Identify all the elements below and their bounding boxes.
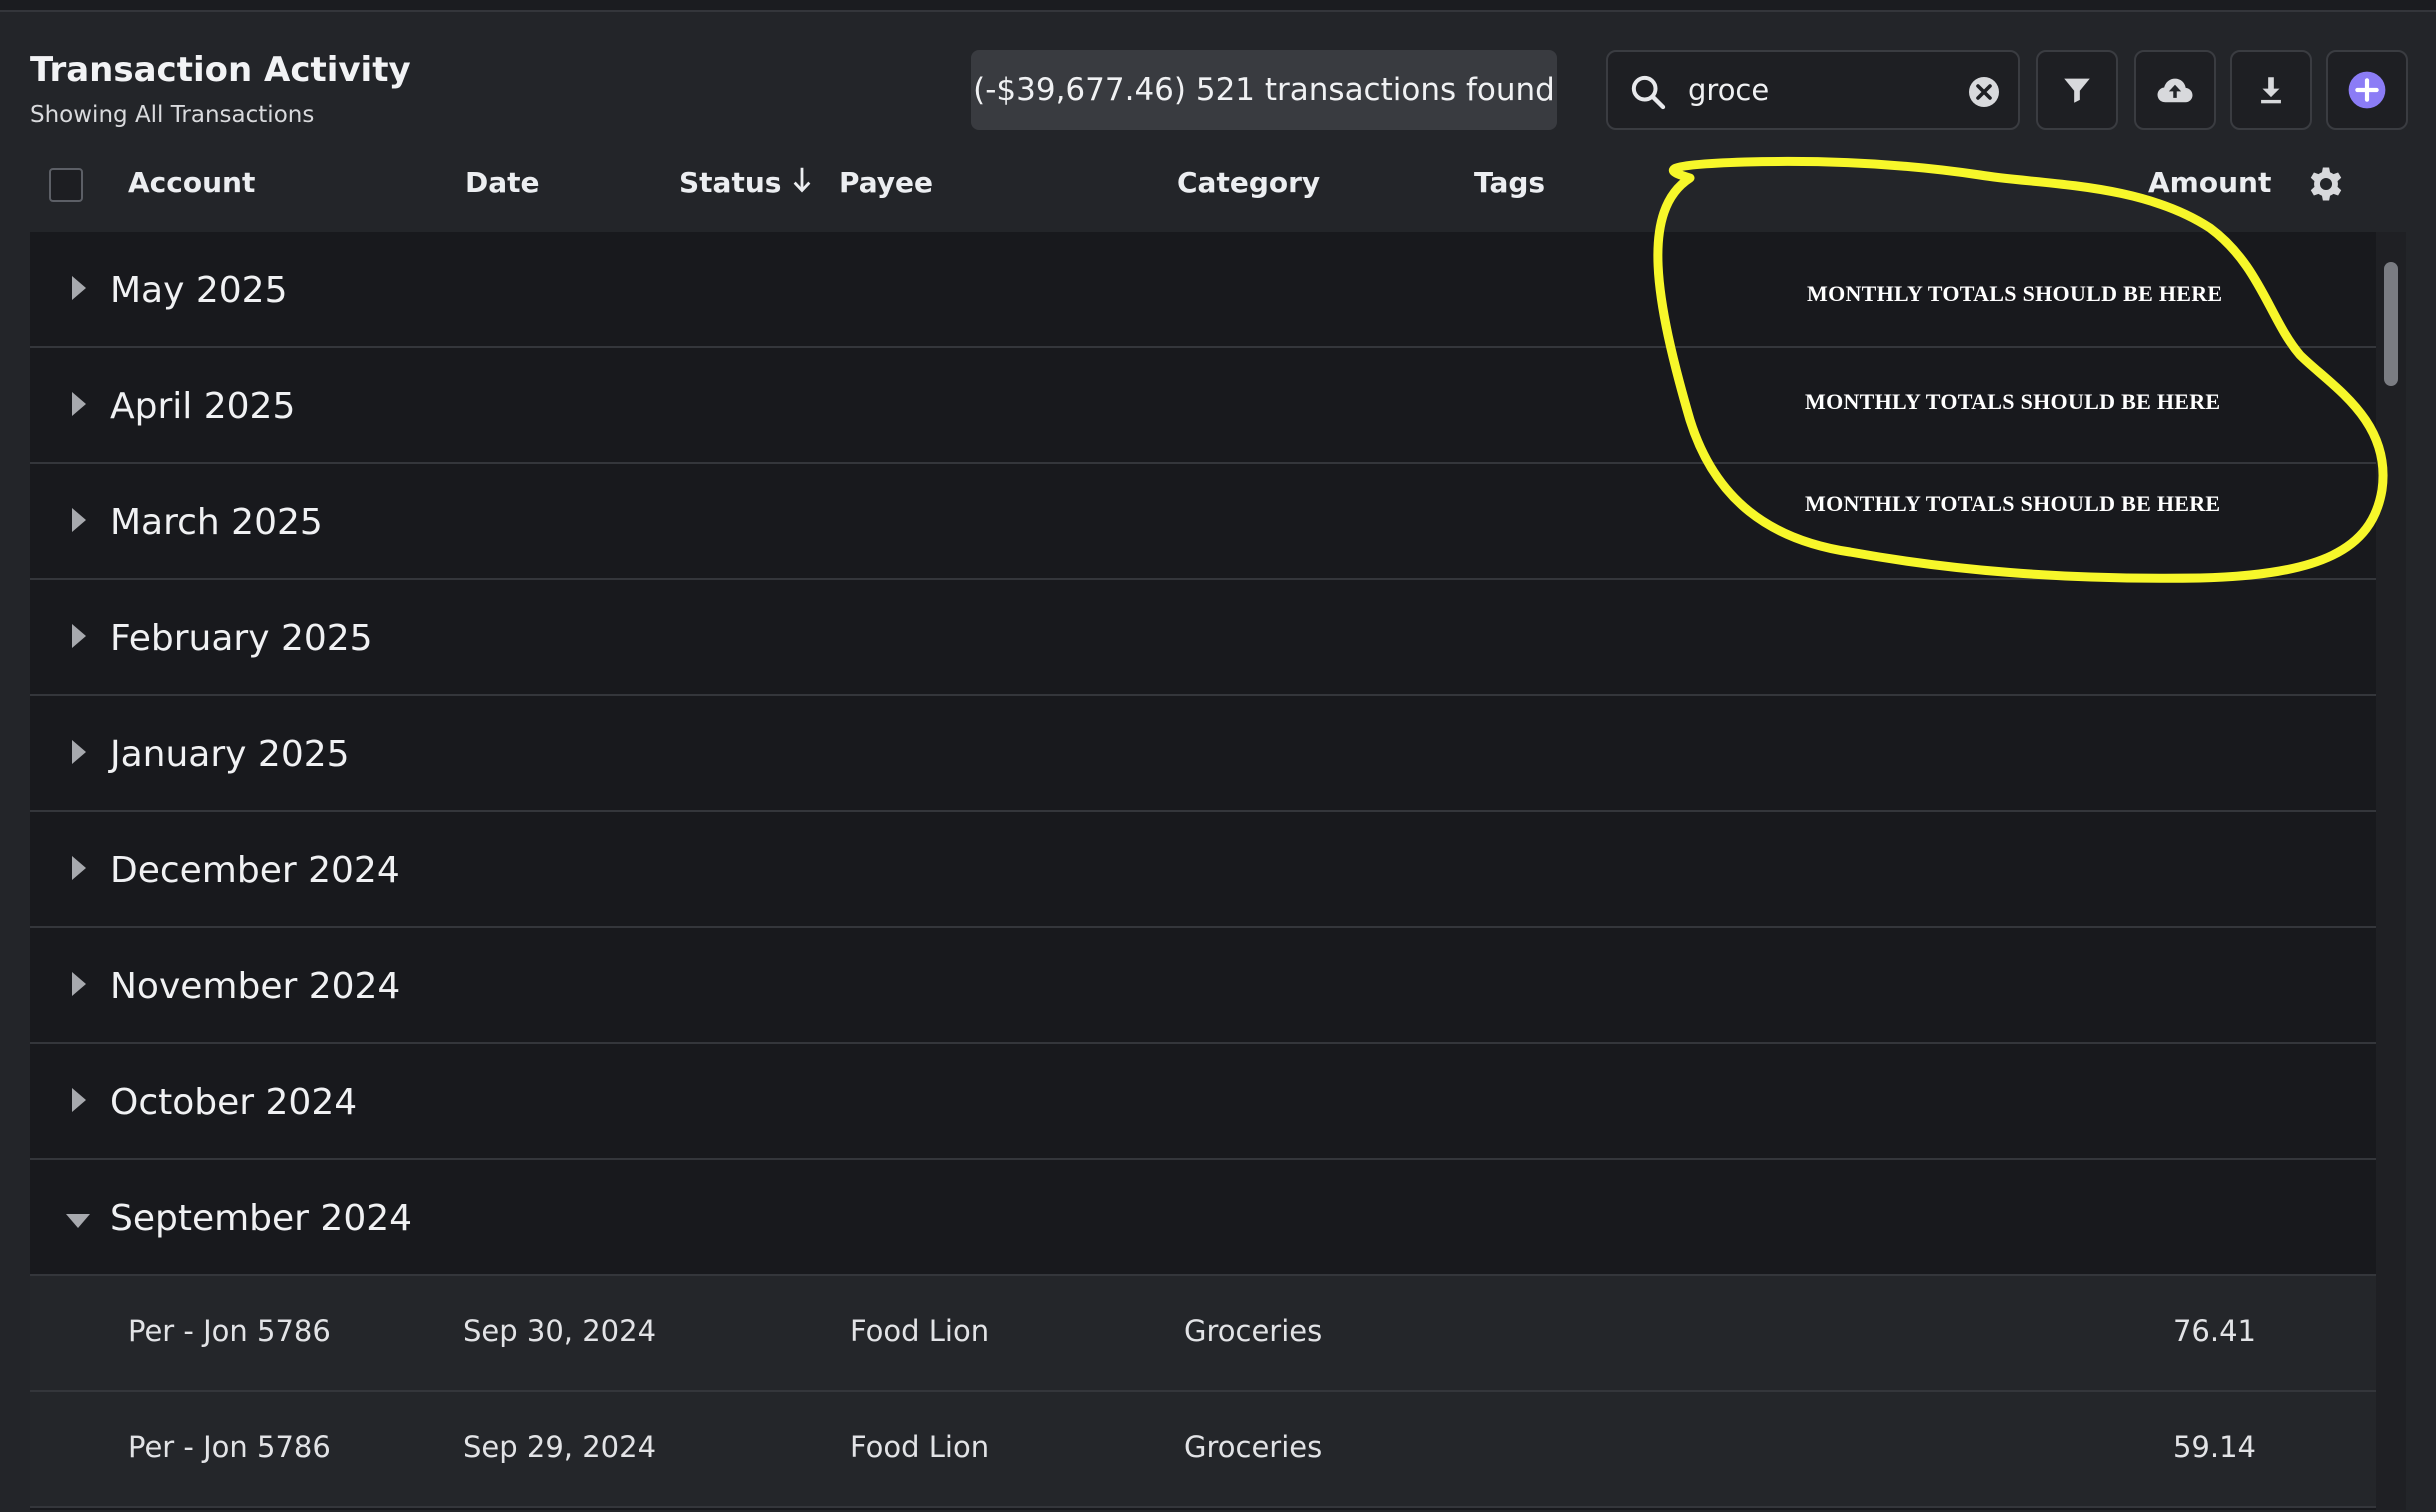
page-subtitle: Showing All Transactions [30,102,315,128]
month-label: April 2025 [110,386,296,427]
search-icon [1631,75,1666,110]
clear-search-icon[interactable] [1966,74,2002,110]
month-label: February 2025 [110,618,373,659]
month-label: May 2025 [110,270,288,311]
caret-right-icon [72,624,86,648]
caret-right-icon [72,1088,86,1112]
month-row-december-2024[interactable]: December 2024 [30,812,2376,928]
caret-right-icon [72,392,86,416]
sort-desc-icon [793,167,811,193]
month-label: March 2025 [110,502,323,543]
filter-icon [2064,78,2090,103]
filter-button[interactable] [2036,50,2118,130]
caret-right-icon [72,972,86,996]
transactions-table: May 2025 April 2025 March 2025 February … [30,232,2376,1510]
table-row[interactable]: Per - Jon 5786 Sep 30, 2024 Food Lion Gr… [30,1276,2376,1392]
scrollbar-track[interactable] [2376,232,2406,1510]
table-row[interactable]: Per - Jon 5786 Sep 29, 2024 Food Lion Gr… [30,1392,2376,1508]
download-icon [2261,77,2281,104]
month-row-september-2024[interactable]: September 2024 [30,1160,2376,1276]
caret-right-icon [72,276,86,300]
month-row-november-2024[interactable]: November 2024 [30,928,2376,1044]
cloud-upload-icon [2157,78,2193,103]
cell-category: Groceries [1184,1430,1323,1464]
select-all-checkbox[interactable] [49,168,83,202]
add-transaction-button[interactable] [2326,50,2408,130]
search-input[interactable] [1688,68,1948,112]
caret-right-icon [72,740,86,764]
scrollbar-thumb[interactable] [2384,262,2398,386]
column-header-tags[interactable]: Tags [1474,166,1545,199]
cell-payee: Food Lion [850,1430,990,1464]
month-row-february-2025[interactable]: February 2025 [30,580,2376,696]
annotation-note: MONTHLY TOTALS SHOULD BE HERE [1807,281,2223,306]
month-label: January 2025 [110,734,350,775]
cell-category: Groceries [1184,1314,1323,1348]
column-header-category[interactable]: Category [1177,166,1320,199]
month-label: November 2024 [110,966,401,1007]
download-button[interactable] [2230,50,2312,130]
cell-amount: 59.14 [2172,1430,2256,1464]
column-header-status[interactable]: Status [679,166,813,199]
caret-right-icon [72,508,86,532]
search-box[interactable] [1606,50,2020,130]
column-header-amount[interactable]: Amount [2148,166,2271,199]
month-label: December 2024 [110,850,400,891]
cell-account: Per - Jon 5786 [128,1314,331,1348]
page-title: Transaction Activity [30,50,411,90]
cell-amount: 76.41 [2172,1314,2256,1348]
month-row-january-2025[interactable]: January 2025 [30,696,2376,812]
transaction-summary-badge: (-$39,677.46) 521 transactions found [971,50,1557,130]
month-row-october-2024[interactable]: October 2024 [30,1044,2376,1160]
cell-account: Per - Jon 5786 [128,1430,331,1464]
gear-icon[interactable] [2304,162,2348,206]
column-header-payee[interactable]: Payee [839,166,933,199]
month-label: September 2024 [110,1198,413,1239]
column-header-account[interactable]: Account [128,166,255,199]
upload-button[interactable] [2134,50,2216,130]
annotation-note: MONTHLY TOTALS SHOULD BE HERE [1805,491,2221,516]
annotation-note: MONTHLY TOTALS SHOULD BE HERE [1805,389,2221,414]
cell-date: Sep 30, 2024 [463,1314,657,1348]
caret-down-icon [66,1214,90,1228]
caret-right-icon [72,856,86,880]
month-label: October 2024 [110,1082,358,1123]
column-header-date[interactable]: Date [465,166,540,199]
plus-circle-icon [2348,71,2386,109]
cell-payee: Food Lion [850,1314,990,1348]
cell-date: Sep 29, 2024 [463,1430,657,1464]
column-header-status-label: Status [679,166,782,199]
month-row-march-2025[interactable]: March 2025 [30,464,2376,580]
